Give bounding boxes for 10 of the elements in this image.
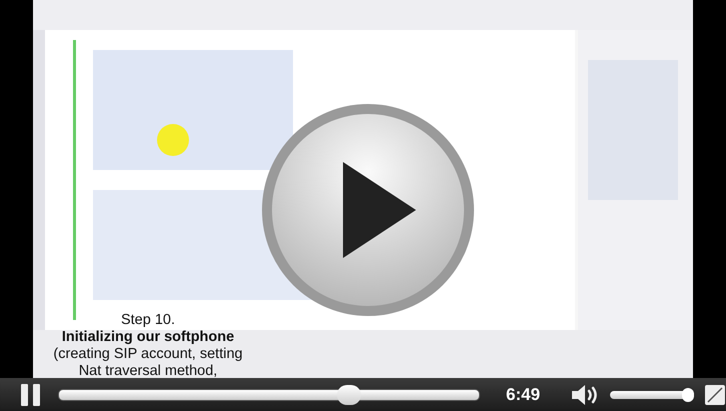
caption-line: Initializing our softphone [62, 329, 234, 346]
pause-icon[interactable] [20, 382, 42, 406]
volume-thumb[interactable] [682, 388, 694, 402]
fullscreen-icon[interactable] [704, 384, 726, 406]
caption-line: Nat traversal method, [78, 363, 218, 378]
time-label: 6:49 [506, 384, 540, 404]
progress-thumb[interactable] [336, 384, 361, 404]
volume-track[interactable] [610, 390, 694, 398]
caption-line: Step 10. [120, 312, 175, 329]
caption-line: (creating SIP account, setting [53, 346, 243, 363]
